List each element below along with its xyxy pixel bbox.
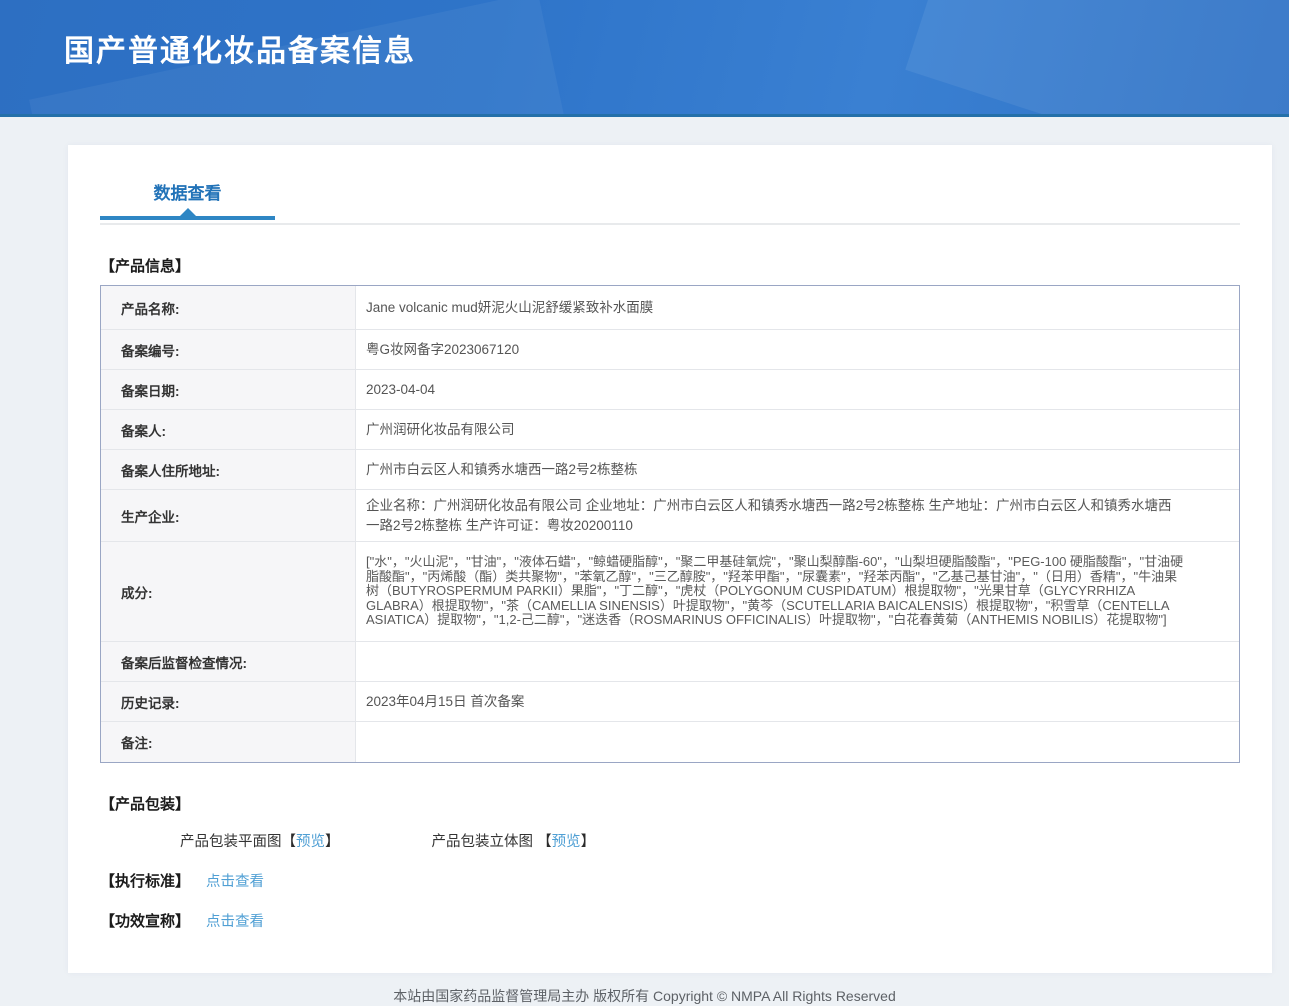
packaging-stereo-item: 产品包装立体图 【预览】 [432,830,596,851]
row-value: 广州润研化妆品有限公司 [356,410,1239,449]
standard-line: 【执行标准】 点击查看 [100,870,1240,891]
row-value: 广州市白云区人和镇秀水塘西一路2号2栋整栋 [356,450,1239,489]
bracket-close: 】 [325,834,340,850]
section-title-standard: 【执行标准】 [100,870,190,891]
section-title-efficacy: 【功效宣称】 [100,910,190,931]
row-label: 备案人住所地址: [101,450,356,489]
table-row-registrant: 备案人: 广州润研化妆品有限公司 [101,410,1239,450]
page-title: 国产普通化妆品备案信息 [64,26,416,70]
row-value: Jane volcanic mud妍泥火山泥舒缓紧致补水面膜 [356,286,1239,329]
table-row-history: 历史记录: 2023年04月15日 首次备案 [101,682,1239,722]
row-value: ["水"，"火山泥"，"甘油"，"液体石蜡"，"鲸蜡硬脂醇"，"聚二甲基硅氧烷"… [356,542,1239,641]
bracket-close: 】 [581,834,596,850]
row-label: 产品名称: [101,286,356,329]
packaging-plan-preview-link[interactable]: 预览 [296,834,325,850]
section-title-packaging: 【产品包装】 [100,793,1240,814]
efficacy-line: 【功效宣称】 点击查看 [100,910,1240,931]
row-value [356,642,1239,681]
row-label: 备注: [101,722,356,762]
row-value: 粤G妆网备字2023067120 [356,330,1239,369]
row-value: 2023-04-04 [356,370,1239,409]
row-value: 2023年04月15日 首次备案 [356,682,1239,721]
table-row-record-number: 备案编号: 粤G妆网备字2023067120 [101,330,1239,370]
section-title-product-info: 【产品信息】 [100,255,1240,276]
row-label: 历史记录: [101,682,356,721]
table-row-record-date: 备案日期: 2023-04-04 [101,370,1239,410]
page-footer: 本站由国家药品监督管理局主办 版权所有 Copyright © NMPA All… [0,973,1289,1006]
tab-data-view[interactable]: 数据查看 [100,179,275,218]
product-info-table: 产品名称: Jane volcanic mud妍泥火山泥舒缓紧致补水面膜 备案编… [100,285,1240,763]
table-row-product-name: 产品名称: Jane volcanic mud妍泥火山泥舒缓紧致补水面膜 [101,286,1239,330]
packaging-plan-label: 产品包装平面图 [180,834,282,850]
table-row-manufacturer: 生产企业: 企业名称：广州润研化妆品有限公司 企业地址：广州市白云区人和镇秀水塘… [101,490,1239,542]
tab-data-view-label: 数据查看 [154,184,222,203]
row-value: 企业名称：广州润研化妆品有限公司 企业地址：广州市白云区人和镇秀水塘西一路2号2… [356,490,1239,541]
bracket-open: 【 [537,834,552,850]
table-row-remarks: 备注: [101,722,1239,762]
tab-active-caret-icon [180,208,196,216]
row-label: 生产企业: [101,490,356,541]
tab-active-underline [100,216,275,220]
copyright-text: 本站由国家药品监督管理局主办 版权所有 Copyright © NMPA All… [393,988,895,1004]
standard-view-link[interactable]: 点击查看 [206,870,264,891]
packaging-line: 产品包装平面图【预览】 产品包装立体图 【预览】 [100,830,1240,851]
packaging-stereo-label: 产品包装立体图 [432,834,538,850]
row-label: 备案后监督检查情况: [101,642,356,681]
row-label: 备案日期: [101,370,356,409]
header-decor-shape [905,0,1289,117]
table-row-ingredients: 成分: ["水"，"火山泥"，"甘油"，"液体石蜡"，"鲸蜡硬脂醇"，"聚二甲基… [101,542,1239,642]
content-card: 数据查看 【产品信息】 产品名称: Jane volcanic mud妍泥火山泥… [68,145,1272,973]
row-label: 成分: [101,542,356,641]
row-value [356,722,1239,762]
packaging-plan-item: 产品包装平面图【预览】 [180,830,340,851]
page-header: 国产普通化妆品备案信息 [0,0,1289,117]
row-label: 备案编号: [101,330,356,369]
efficacy-view-link[interactable]: 点击查看 [206,910,264,931]
table-row-supervision: 备案后监督检查情况: [101,642,1239,682]
row-label: 备案人: [101,410,356,449]
tab-strip: 数据查看 [100,179,1240,225]
packaging-stereo-preview-link[interactable]: 预览 [552,834,581,850]
table-row-registrant-address: 备案人住所地址: 广州市白云区人和镇秀水塘西一路2号2栋整栋 [101,450,1239,490]
bracket-open: 【 [282,834,297,850]
